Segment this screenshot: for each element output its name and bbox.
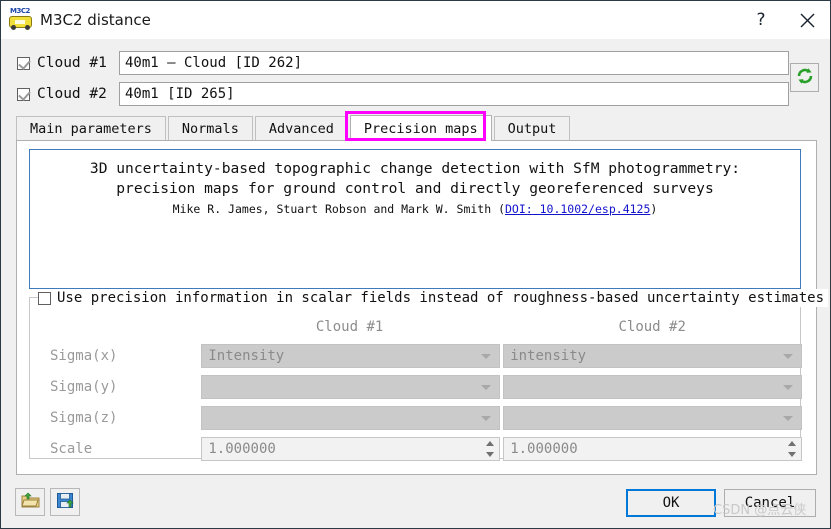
tab-main-parameters[interactable]: Main parameters <box>16 116 166 141</box>
cloud-2-label: Cloud #2 <box>37 86 107 102</box>
close-icon[interactable] <box>784 1 830 39</box>
scale-cloud1-value: 1.000000 <box>208 440 276 457</box>
tab-precision-maps[interactable]: Precision maps <box>349 115 492 141</box>
cloud-1-checkbox[interactable] <box>17 56 30 70</box>
citation-authors-text: Mike R. James, Stuart Robson and Mark W.… <box>172 202 505 216</box>
chevron-down-icon <box>783 415 793 421</box>
scale-cloud1-spin-buttons[interactable] <box>481 439 498 459</box>
help-button[interactable]: ? <box>738 1 784 39</box>
spin-up-icon[interactable] <box>485 440 494 446</box>
sigma-x-cloud2-value: intensity <box>510 347 587 364</box>
sigma-y-cloud2-select[interactable] <box>503 374 802 399</box>
sigma-y-cloud1-select[interactable] <box>201 374 501 399</box>
chevron-down-icon <box>481 384 492 390</box>
precision-maps-panel: 3D uncertainty-based topographic change … <box>16 140 829 475</box>
cancel-button[interactable]: Cancel <box>724 489 816 517</box>
scale-row: Scale 1.000000 1.000000 <box>30 434 802 463</box>
cloud-2-select[interactable]: 40m1 [ID 265] <box>119 82 789 106</box>
sigma-x-cloud1-select[interactable]: Intensity <box>201 343 501 368</box>
column-header-cloud-1: Cloud #1 <box>315 318 384 335</box>
sigma-x-cloud1-value: Intensity <box>208 347 285 364</box>
dialog-footer: OK Cancel <box>1 476 830 528</box>
cloud-1-row: Cloud #1 40m1 – Cloud [ID 262] <box>1 51 789 75</box>
save-parameters-button[interactable] <box>50 488 80 516</box>
chevron-down-icon <box>783 353 793 359</box>
sigma-z-cloud1-select[interactable] <box>201 405 501 430</box>
swap-clouds-button[interactable] <box>790 63 819 92</box>
open-folder-icon <box>20 492 40 513</box>
use-precision-checkbox[interactable] <box>38 291 51 305</box>
scale-cloud2-value: 1.000000 <box>510 440 578 457</box>
window-title: M3C2 distance <box>40 11 151 29</box>
refresh-swap-icon <box>795 66 815 90</box>
tab-normals[interactable]: Normals <box>167 116 253 141</box>
column-header-cloud-2: Cloud #2 <box>618 318 686 335</box>
precision-grid: Cloud #1 Cloud #2 Sigma(x) Intensity int… <box>30 314 802 465</box>
citation-authors-suffix: ) <box>650 202 658 216</box>
citation-authors: Mike R. James, Stuart Robson and Mark W.… <box>30 202 800 216</box>
sigma-y-row: Sigma(y) <box>30 372 802 401</box>
chevron-down-icon <box>481 415 492 421</box>
sigma-x-row: Sigma(x) Intensity intensity <box>30 341 802 370</box>
sigma-z-label: Sigma(z) <box>50 409 118 426</box>
cloud-1-select[interactable]: 40m1 – Cloud [ID 262] <box>119 51 789 75</box>
tab-output[interactable]: Output <box>493 116 571 141</box>
scale-cloud2-stepper[interactable]: 1.000000 <box>503 436 802 461</box>
sigma-x-label: Sigma(x) <box>50 347 118 364</box>
load-parameters-button[interactable] <box>15 488 45 516</box>
citation-line-2: precision maps for ground control and di… <box>116 180 714 197</box>
chevron-down-icon <box>481 353 492 359</box>
save-floppy-icon <box>56 492 75 513</box>
title-bar: M3C2 M3C2 distance ? <box>1 1 830 39</box>
scale-cloud1-stepper[interactable]: 1.000000 <box>201 436 501 461</box>
sigma-z-cloud2-select[interactable] <box>503 405 802 430</box>
cloud-2-row: Cloud #2 40m1 [ID 265] <box>1 82 789 106</box>
spin-up-icon[interactable] <box>787 440 796 446</box>
cloud-2-checkbox[interactable] <box>17 87 30 101</box>
chevron-down-icon <box>783 384 793 390</box>
ok-button[interactable]: OK <box>626 489 716 517</box>
precision-grid-header: Cloud #1 Cloud #2 <box>30 314 802 339</box>
scale-cloud2-spin-buttons[interactable] <box>783 439 800 459</box>
sigma-x-cloud2-select[interactable]: intensity <box>503 343 802 368</box>
scale-label: Scale <box>50 440 93 457</box>
cloud-1-label: Cloud #1 <box>37 55 107 71</box>
spin-down-icon[interactable] <box>787 451 796 457</box>
use-precision-checkbox-row: Use precision information in scalar fiel… <box>38 289 829 307</box>
citation-line-1: 3D uncertainty-based topographic change … <box>89 160 741 177</box>
spin-down-icon[interactable] <box>485 451 494 457</box>
use-precision-label: Use precision information in scalar fiel… <box>57 290 825 306</box>
m3c2-distance-dialog: M3C2 M3C2 distance ? Cloud #1 40m1 – Clo… <box>0 0 831 529</box>
sigma-z-row: Sigma(z) <box>30 403 802 432</box>
tab-advanced[interactable]: Advanced <box>254 116 348 141</box>
citation-box: 3D uncertainty-based topographic change … <box>29 149 801 289</box>
doi-link[interactable]: DOI: 10.1002/esp.4125 <box>505 202 650 216</box>
sigma-y-label: Sigma(y) <box>50 378 118 395</box>
m3c2-icon: M3C2 <box>8 7 34 33</box>
tab-strip: Main parameters Normals Advanced Precisi… <box>16 115 816 141</box>
precision-group-box: Use precision information in scalar fiel… <box>29 289 829 461</box>
